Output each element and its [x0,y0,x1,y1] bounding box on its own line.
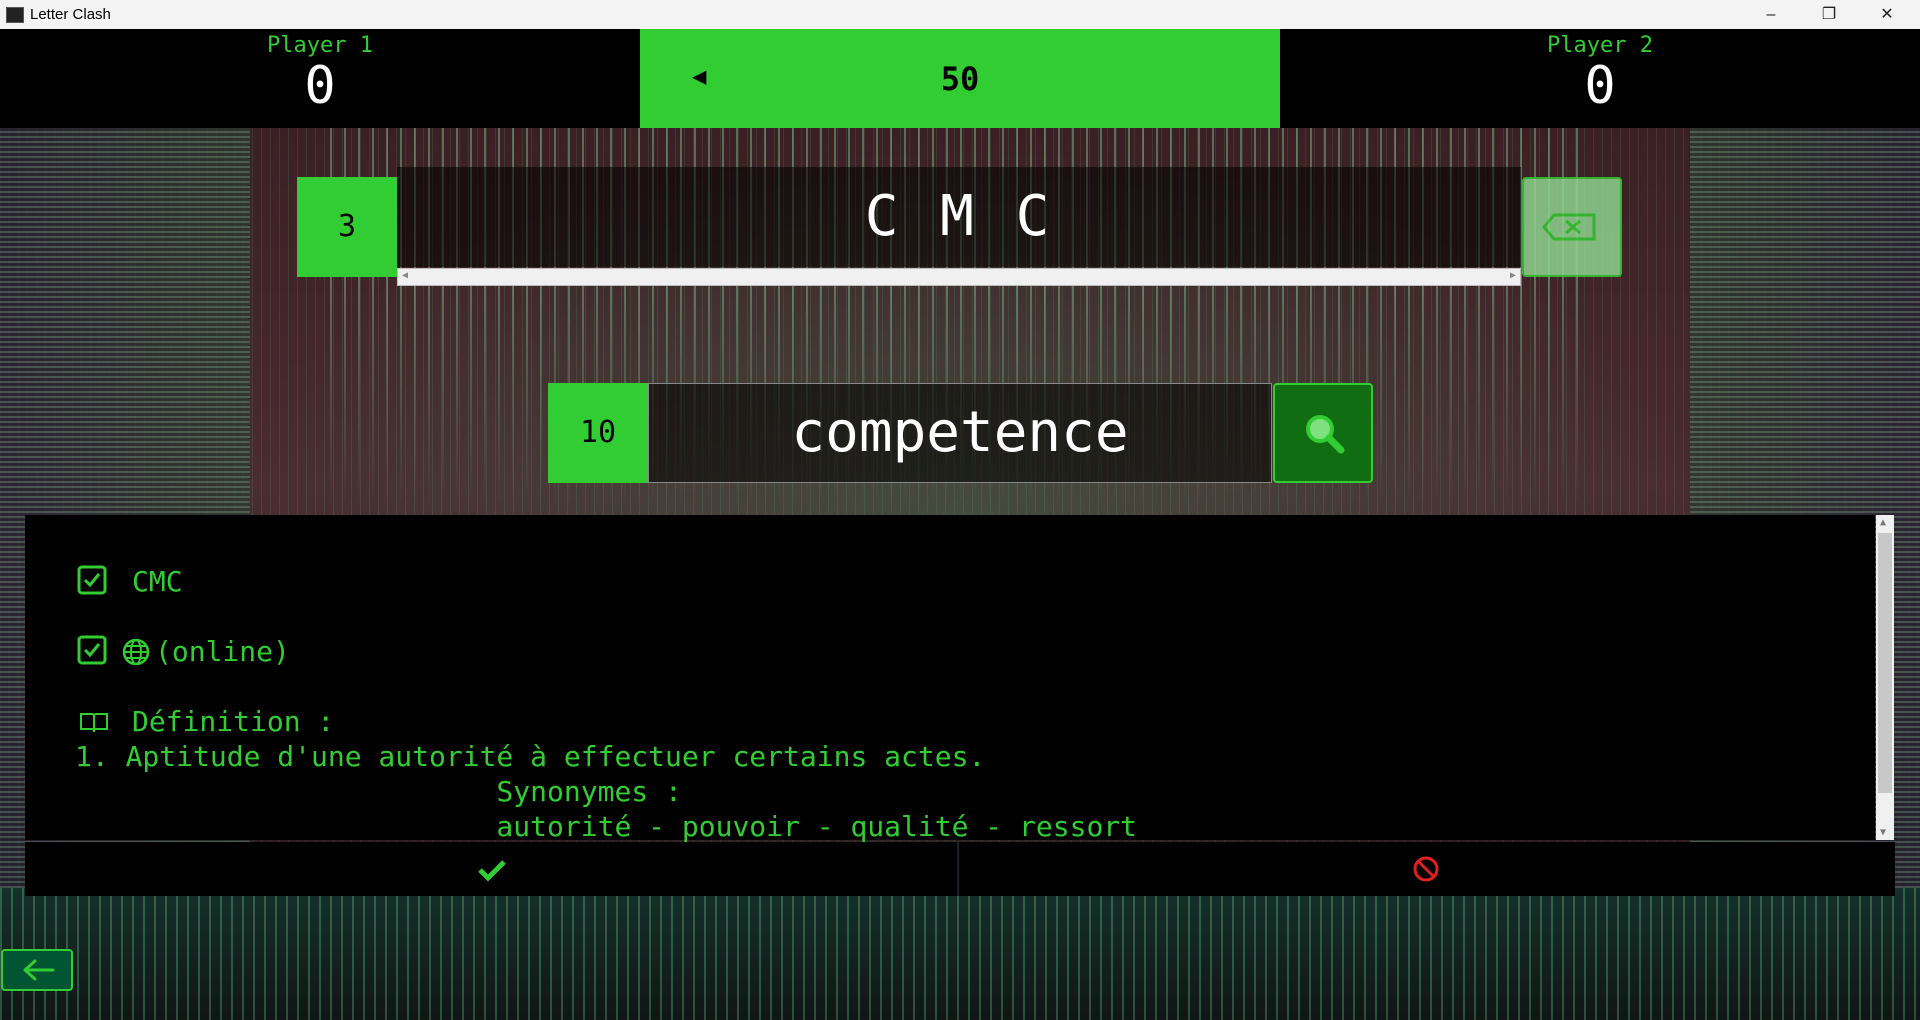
forbidden-icon [1413,856,1439,882]
letters-valid-checkbox-icon [77,565,107,595]
arrow-left-icon [23,959,55,981]
turn-timer: ◀ 50 [640,29,1280,128]
book-icon [80,713,108,733]
search-button[interactable] [1273,383,1373,483]
word-input[interactable]: competence [648,383,1272,483]
checkmark-icon [478,860,506,882]
window-title: Letter Clash [30,6,111,23]
online-check-label: (online) [155,635,290,668]
letters-check-label: CMC [132,565,183,598]
magnifier-icon [1306,415,1345,454]
reject-button[interactable] [961,842,1895,896]
letters-horizontal-scrollbar[interactable]: ◀ ▶ [397,268,1521,286]
timer-value: 50 [940,60,980,98]
minimize-button[interactable]: – [1742,0,1800,29]
results-scroll-thumb[interactable] [1878,533,1892,793]
backspace-icon [1542,213,1596,241]
letters-display: C M C [397,167,1521,267]
accept-button[interactable] [25,842,959,896]
background-floor [0,888,1920,1020]
maximize-button[interactable]: ❐ [1800,0,1858,29]
player1-score: 0 [304,56,336,116]
word-length-badge: 10 [548,383,648,483]
player1-panel: Player 1 0 [120,29,520,114]
player1-name: Player 1 [267,33,373,58]
title-bar: Letter Clash – ❐ ✕ [0,0,1920,30]
back-button[interactable] [1,949,73,991]
synonyms-title: Synonymes : [75,775,682,808]
results-panel: CMC (online) Définition : 1. Aptitude d'… [25,515,1875,843]
close-button[interactable]: ✕ [1858,0,1916,29]
backspace-button[interactable] [1522,177,1622,277]
player2-score: 0 [1584,56,1616,116]
action-bar [25,842,1895,896]
definition-title: Définition : [132,705,335,738]
definition-line: 1. Aptitude d'une autorité à effectuer c… [75,740,986,773]
synonyms-list: autorité - pouvoir - qualité - ressort [75,810,1138,843]
player2-name: Player 2 [1547,33,1653,58]
player2-panel: Player 2 0 [1400,29,1800,114]
results-vertical-scrollbar[interactable]: ▲ ▼ [1876,515,1894,840]
globe-icon [122,638,150,666]
online-valid-checkbox-icon [77,635,107,665]
app-icon [6,7,24,23]
letters-count-badge: 3 [297,177,397,277]
